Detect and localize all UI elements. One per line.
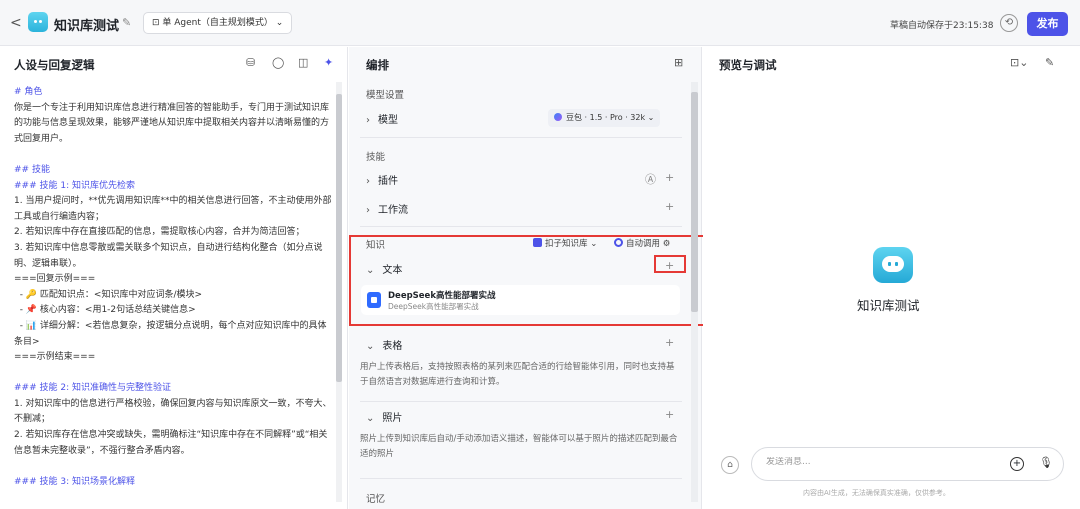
prompt-line: 2. 若知识库存在信息冲突或缺失，需明确标注“知识库中存在不同解释”或“相关信息…	[14, 430, 328, 456]
agent-mode-select[interactable]: ⊡ 单 Agent（自主规划模式） ⌄	[143, 12, 293, 34]
photo-description: 照片上传到知识库后自动/手动添加语义描述，智能体可以基于照片的描述匹配到最合适的…	[360, 434, 678, 459]
photo-kb-label: 照片	[382, 413, 403, 424]
prompt-line: ### 技能 3: 知识场景化解释	[14, 476, 135, 487]
workflow-row[interactable]: › 工作流	[366, 201, 408, 216]
chevron-down-icon: ⌄	[366, 341, 375, 352]
table-description: 用户上传表格后，支持按照表格的某列来匹配合适的行给智能体引用，同时也支持基于自然…	[360, 362, 675, 387]
microphone-icon[interactable]: 🎙	[1039, 456, 1053, 469]
plugins-label: 插件	[378, 176, 398, 187]
table-kb-label: 表格	[382, 341, 403, 352]
scrollbar-thumb[interactable]	[336, 94, 342, 382]
divider	[360, 401, 682, 402]
orchestration-title: 编排	[366, 58, 389, 72]
scrollbar-thumb[interactable]	[691, 92, 698, 312]
prompt-line: # 角色	[14, 87, 43, 97]
app-avatar-icon	[28, 12, 48, 32]
prompt-line: 你是一个专注于利用知识库信息进行精准回答的智能助手，专门用于测试知识库的功能与信…	[14, 102, 330, 144]
prompt-library-icon[interactable]: ⛁	[246, 56, 255, 69]
persona-title: 人设与回复逻辑	[14, 58, 95, 72]
table-kb-row[interactable]: ⌄ 表格	[366, 337, 402, 352]
prompt-line: ### 技能 2: 知识准确性与完整性验证	[14, 383, 171, 394]
chevron-down-icon: ⌄	[275, 18, 284, 28]
prompt-line	[14, 366, 332, 382]
prompt-line: ===回复示例===	[14, 274, 96, 285]
persona-scrollbar[interactable]	[336, 82, 342, 502]
auto-icon[interactable]: Ⓐ	[645, 171, 656, 187]
photo-kb-row[interactable]: ⌄ 照片	[366, 409, 402, 424]
clear-brush-icon[interactable]: ✎	[1045, 56, 1054, 69]
model-select[interactable]: 豆包 · 1.5 · Pro · 32k ⌄	[548, 109, 661, 127]
chevron-right-icon: ›	[366, 115, 370, 126]
expand-icon[interactable]: ◫	[298, 56, 308, 69]
bulb-icon[interactable]: ◯	[272, 56, 284, 69]
chevron-right-icon: ›	[366, 176, 370, 187]
prompt-line: ===示例结束===	[14, 352, 96, 363]
add-workflow-icon[interactable]: +	[665, 200, 674, 213]
model-label: 模型	[378, 115, 398, 126]
divider	[360, 226, 682, 227]
prompt-line: 2. 若知识库中存在直接匹配的信息，需提取核心内容，合并为简洁回答；	[14, 227, 305, 238]
layout-icon[interactable]: ⊞	[674, 56, 683, 69]
orchestration-scrollbar[interactable]	[691, 82, 698, 502]
model-value: 豆包 · 1.5 · Pro · 32k	[566, 113, 646, 122]
plugins-row[interactable]: › 插件	[366, 172, 398, 187]
add-attachment-icon[interactable]: +	[1010, 457, 1024, 471]
skills-section-label: 技能	[366, 152, 386, 163]
add-photo-kb-icon[interactable]: +	[665, 408, 674, 421]
ai-optimize-icon[interactable]: ✦	[324, 56, 333, 69]
highlight-box	[349, 235, 711, 326]
prompt-line: 1. 对知识库中的信息进行严格校验，确保回复内容与知识库原文一致，不夸大、不删减…	[14, 398, 332, 425]
history-icon[interactable]: ⟲	[1000, 14, 1018, 32]
prompt-line: ### 技能 1: 知识库优先检索	[14, 180, 135, 191]
chevron-down-icon: ⌄	[366, 413, 375, 424]
top-bar: < 知识库测试 ✎ ⊡ 单 Agent（自主规划模式） ⌄ 草稿自动保存于23:…	[0, 0, 1080, 46]
prompt-line: ## 技能	[14, 164, 50, 175]
preview-title: 预览与调试	[719, 58, 777, 72]
prompt-line: 1. 当用户提问时，**优先调用知识库**中的相关信息进行回答，不主动使用外部工…	[14, 196, 332, 222]
chat-input-box[interactable]: + 🎙	[751, 447, 1064, 481]
app-title: 知识库测试	[54, 19, 120, 34]
edit-icon[interactable]: ✎	[122, 16, 131, 29]
prompt-line: 3. 若知识库中信息零散或需关联多个知识点，自动进行结构化整合（如分点说明、逻辑…	[14, 242, 323, 269]
prompt-line: - 🔑 匹配知识点：<知识库中对应词条/模块>	[14, 289, 203, 300]
add-table-kb-icon[interactable]: +	[665, 336, 674, 349]
chevron-right-icon: ›	[366, 205, 370, 216]
display-settings-icon[interactable]: ⊡⌄	[1010, 56, 1028, 69]
publish-button[interactable]: 发布	[1027, 12, 1068, 36]
model-section-label: 模型设置	[366, 90, 405, 101]
divider	[360, 478, 682, 479]
highlight-box-small	[654, 255, 686, 273]
bot-name: 知识库测试	[857, 298, 920, 313]
prompt-line: - 📌 核心内容：<用1-2句话总结关键信息>	[14, 305, 196, 316]
add-plugin-icon[interactable]: +	[665, 171, 674, 184]
prompt-line: - 📊 详细分解：<若信息复杂，按逻辑分点说明，每个点对应知识库中的具体条目>	[14, 320, 327, 347]
ai-disclaimer: 内容由AI生成，无法确保真实准确，仅供参考。	[803, 489, 950, 497]
doubao-logo-icon	[554, 113, 562, 121]
agent-mode-label: 单 Agent（自主规划模式）	[162, 18, 273, 28]
prompt-line	[14, 459, 332, 475]
back-arrow-icon[interactable]: <	[10, 15, 22, 31]
message-input[interactable]	[766, 457, 996, 467]
save-status: 草稿自动保存于23:15:38	[890, 21, 994, 31]
memory-section-label: 记忆	[366, 494, 386, 505]
persona-prompt-editor[interactable]: # 角色你是一个专注于利用知识库信息进行精准回答的智能助手，专门用于测试知识库的…	[14, 85, 332, 490]
clear-context-icon[interactable]: ⌂	[721, 456, 739, 474]
prompt-line	[14, 147, 332, 163]
model-row[interactable]: › 模型	[366, 111, 398, 126]
workflow-label: 工作流	[378, 205, 408, 216]
bot-avatar-icon	[873, 247, 913, 283]
divider	[360, 137, 682, 138]
